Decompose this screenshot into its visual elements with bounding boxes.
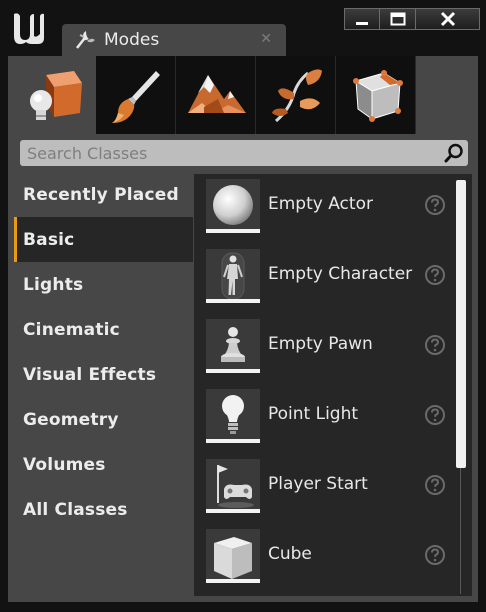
close-icon [440, 11, 455, 27]
search-box[interactable] [20, 140, 468, 166]
modes-window: Modes ✕ Search Classes Recently Placed B… [0, 0, 486, 612]
search-input[interactable] [20, 142, 439, 164]
modes-tab-icon [76, 31, 95, 49]
sphere-icon [206, 179, 260, 233]
mode-place-button[interactable] [16, 56, 96, 134]
tab-label: Modes [104, 30, 160, 50]
thumbnail-underline [206, 299, 260, 303]
category-label: Volumes [23, 454, 106, 475]
maximize-button[interactable] [380, 8, 416, 30]
category-label: Basic [23, 229, 75, 250]
help-icon[interactable] [424, 544, 446, 566]
thumbnail-underline [206, 369, 260, 373]
unreal-logo-icon [14, 13, 44, 44]
item-label: Player Start [268, 474, 368, 494]
class-list: Empty Actor Empty Character Empty Pawn P… [194, 174, 472, 596]
list-item-empty-actor[interactable]: Empty Actor [194, 174, 472, 244]
category-recently-placed[interactable]: Recently Placed [14, 172, 193, 217]
light-bulb-icon [206, 389, 260, 443]
list-item-point-light[interactable]: Point Light [194, 384, 472, 454]
help-icon[interactable] [424, 194, 446, 216]
minimize-icon [356, 22, 368, 25]
cube-icon [206, 529, 260, 583]
tab-close-icon[interactable]: ✕ [260, 31, 272, 47]
list-item-player-start[interactable]: Player Start [194, 454, 472, 524]
category-basic[interactable]: Basic [14, 217, 193, 262]
category-all-classes[interactable]: All Classes [14, 487, 193, 532]
item-label: Empty Pawn [268, 334, 373, 354]
help-icon[interactable] [424, 404, 446, 426]
tab-modes[interactable]: Modes ✕ [62, 24, 286, 56]
category-cinematic[interactable]: Cinematic [14, 307, 193, 352]
mode-toolbar-spacer [416, 56, 470, 134]
category-lights[interactable]: Lights [14, 262, 193, 307]
modes-panel: Recently Placed Basic Lights Cinematic V… [8, 56, 478, 602]
scrollbar-thumb[interactable] [456, 180, 466, 468]
mode-landscape-button[interactable] [176, 56, 256, 134]
item-label: Point Light [268, 404, 359, 424]
landscape-mode-icon [187, 75, 246, 113]
category-label: Recently Placed [23, 184, 179, 205]
help-icon[interactable] [424, 334, 446, 356]
mode-foliage-button[interactable] [256, 56, 336, 134]
item-label: Empty Actor [268, 194, 373, 214]
category-label: Lights [23, 274, 84, 295]
thumbnail-underline [206, 579, 260, 583]
mannequin-icon [206, 249, 260, 303]
category-geometry[interactable]: Geometry [14, 397, 193, 442]
category-label: Geometry [23, 409, 119, 430]
category-volumes[interactable]: Volumes [14, 442, 193, 487]
item-label: Empty Character [268, 264, 413, 284]
category-list: Recently Placed Basic Lights Cinematic V… [14, 172, 193, 532]
search-icon[interactable] [444, 143, 464, 163]
scrollbar-track[interactable] [460, 468, 461, 594]
window-controls [344, 8, 480, 32]
list-item-empty-character[interactable]: Empty Character [194, 244, 472, 314]
thumbnail-underline [206, 439, 260, 443]
category-label: Visual Effects [23, 364, 157, 385]
pawn-icon [206, 319, 260, 373]
maximize-icon [390, 12, 405, 26]
mode-toolbar [16, 56, 470, 134]
thumbnail-underline [206, 229, 260, 233]
close-window-button[interactable] [416, 8, 480, 30]
paint-mode-icon [111, 71, 160, 123]
help-icon[interactable] [424, 474, 446, 496]
thumbnail-underline [206, 509, 260, 513]
mode-geometry-button[interactable] [336, 56, 416, 134]
foliage-mode-icon [271, 69, 322, 123]
help-icon[interactable] [424, 264, 446, 286]
list-item-cube[interactable]: Cube [194, 524, 472, 594]
minimize-button[interactable] [344, 8, 380, 30]
item-label: Cube [268, 544, 312, 564]
geometry-edit-mode-icon [352, 70, 403, 122]
mode-paint-button[interactable] [96, 56, 176, 134]
list-item-empty-pawn[interactable]: Empty Pawn [194, 314, 472, 384]
place-mode-icon [30, 71, 82, 120]
category-label: All Classes [23, 499, 128, 520]
category-label: Cinematic [23, 319, 120, 340]
player-start-icon [206, 459, 260, 513]
category-visual-effects[interactable]: Visual Effects [14, 352, 193, 397]
